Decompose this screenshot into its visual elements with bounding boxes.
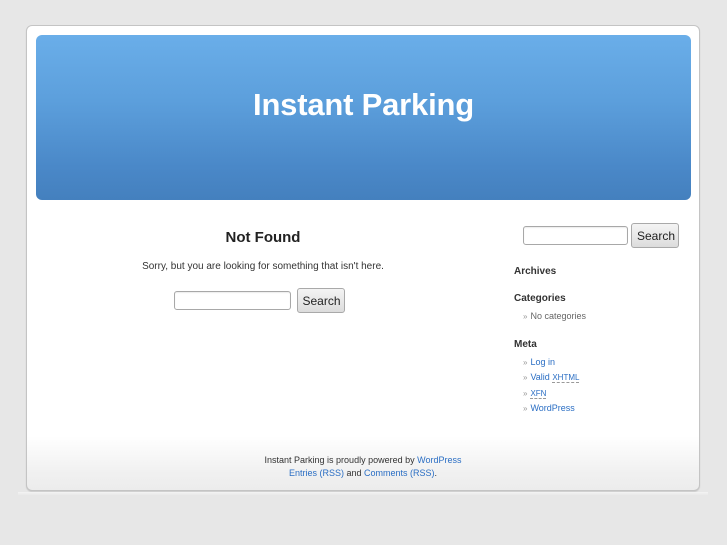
footer-wordpress-link[interactable]: WordPress — [417, 455, 461, 465]
sidebar-search-input[interactable] — [523, 226, 628, 245]
bullet-icon: » — [523, 404, 528, 413]
meta-list: » Log in » Valid XHTML » XFN » WordPress — [514, 355, 694, 417]
list-item: » No categories — [523, 309, 694, 325]
login-link[interactable]: Log in — [530, 357, 555, 367]
no-categories-text: No categories — [530, 311, 586, 321]
sidebar-search-button[interactable]: Search — [631, 223, 679, 248]
bullet-icon: » — [523, 388, 528, 398]
list-item: » Log in — [523, 355, 694, 371]
bullet-icon: » — [523, 312, 528, 321]
wordpress-link[interactable]: WordPress — [530, 403, 574, 413]
list-item: » Valid XHTML — [523, 370, 694, 386]
bullet-icon: » — [523, 373, 528, 382]
footer-period: . — [434, 468, 438, 478]
xhtml-abbr: XHTML — [552, 373, 580, 383]
categories-widget: Categories » No categories — [514, 293, 694, 325]
list-item: » XFN — [523, 386, 694, 402]
xfn-link[interactable]: XFN — [530, 388, 547, 399]
meta-widget: Meta » Log in » Valid XHTML » XFN » WordPres… — [514, 339, 694, 417]
footer-powered-text: Instant Parking is proudly powered by — [264, 455, 415, 465]
page-title: Not Found — [225, 229, 301, 246]
categories-list: » No categories — [514, 309, 694, 325]
not-found-message: Sorry, but you are looking for something… — [142, 261, 384, 272]
main-content: Not Found Sorry, but you are looking for… — [67, 226, 459, 313]
main-search-form: Search — [59, 288, 459, 313]
archives-title: Archives — [514, 266, 557, 277]
site-header: Instant Parking — [36, 35, 691, 200]
sidebar-search-form: Search — [523, 223, 694, 248]
comments-rss-link[interactable]: Comments (RSS) — [364, 468, 435, 478]
valid-prefix: Valid — [530, 372, 550, 382]
footer-and-text: and — [346, 468, 362, 478]
main-search-button[interactable]: Search — [296, 288, 345, 313]
xfn-abbr: XFN — [530, 388, 547, 399]
valid-xhtml-link[interactable]: Valid XHTML — [530, 372, 580, 383]
meta-title: Meta — [514, 338, 537, 350]
footer-line-2: Entries (RSS) and Comments (RSS). — [27, 467, 699, 480]
blog-title-link[interactable]: Instant Parking — [36, 87, 691, 123]
sidebar: Search Archives Categories » No categorie… — [514, 223, 694, 417]
footer-line-1: Instant Parking is proudly powered by Wo… — [27, 454, 699, 467]
archives-widget: Archives — [514, 266, 694, 277]
page-shadow — [18, 492, 708, 495]
categories-title: Categories — [514, 293, 566, 304]
site-footer: Instant Parking is proudly powered by Wo… — [27, 454, 699, 480]
main-search-input[interactable] — [173, 291, 291, 310]
list-item: » WordPress — [523, 401, 694, 417]
page-container: Instant Parking Not Found Sorry, but you… — [26, 25, 700, 491]
bullet-icon: » — [523, 357, 528, 367]
entries-rss-link[interactable]: Entries (RSS) — [289, 468, 344, 478]
